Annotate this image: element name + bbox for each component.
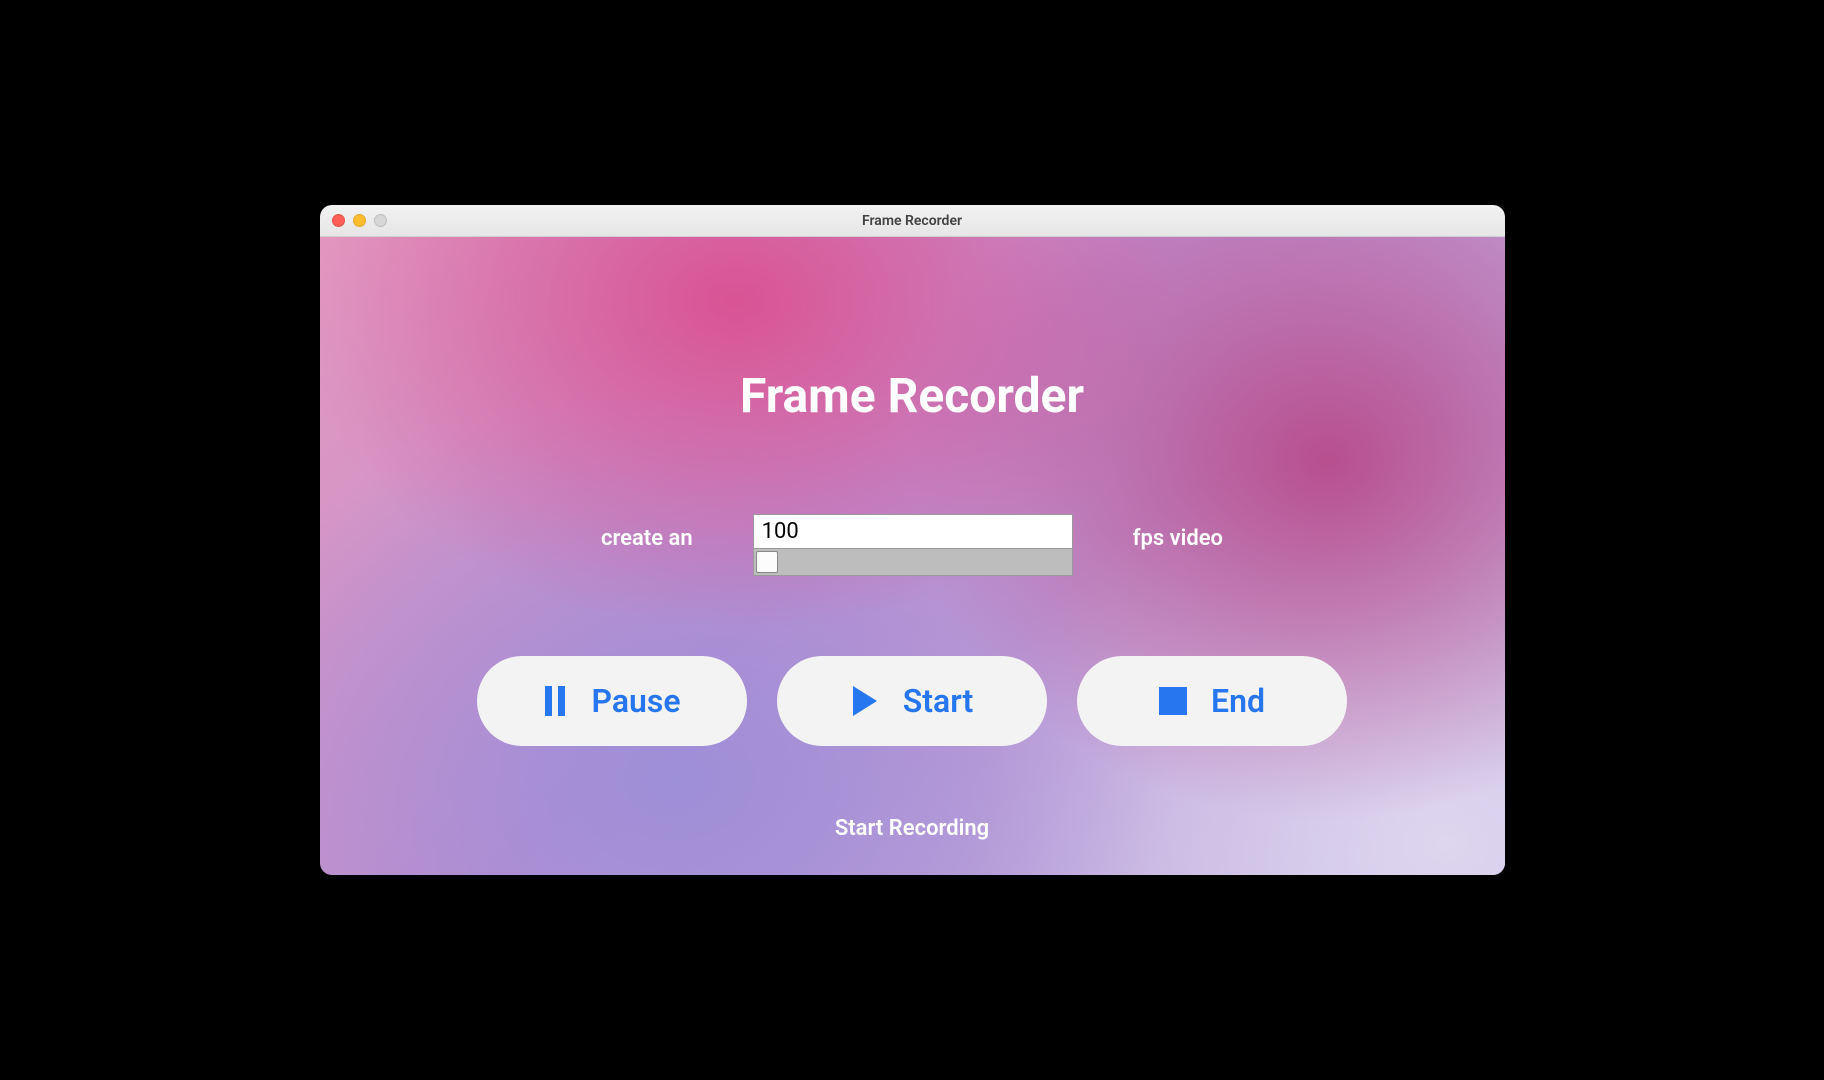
end-label: End [1211,682,1265,720]
app-title: Frame Recorder [740,367,1084,424]
button-row: Pause Start End [477,656,1347,746]
end-button[interactable]: End [1077,656,1347,746]
fps-spinner[interactable] [753,514,1073,576]
fps-row: create an fps video [601,514,1223,576]
start-label: Start [903,682,974,720]
stop-icon [1159,687,1187,715]
content-area: Frame Recorder create an fps video Pause [320,237,1505,875]
pause-icon [543,686,567,716]
fps-label-after: fps video [1133,526,1223,551]
start-button[interactable]: Start [777,656,1047,746]
titlebar[interactable]: Frame Recorder [320,205,1505,237]
window-title: Frame Recorder [320,213,1505,229]
fps-slider-thumb[interactable] [756,551,778,573]
status-text: Start Recording [835,816,989,841]
fps-label-before: create an [601,526,693,551]
pause-label: Pause [591,682,680,720]
pause-button[interactable]: Pause [477,656,747,746]
play-icon [851,686,879,716]
fps-input[interactable] [754,515,1072,549]
fps-slider-track[interactable] [754,549,1072,575]
app-window: Frame Recorder Frame Recorder create an … [320,205,1505,875]
